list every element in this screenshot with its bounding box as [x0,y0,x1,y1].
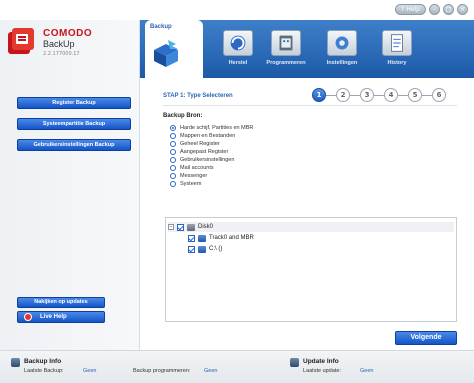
radio-button[interactable] [170,149,176,155]
update-info-title: Update Info [303,358,339,365]
step-connector [398,95,408,96]
tree-item-track0-mbr[interactable]: Track0 and MBR [188,233,254,243]
last-update-label: Laatste update: [303,368,341,374]
step-title: STAP 1: Type Selecteren [163,93,233,99]
help-button[interactable]: ? Help [395,4,426,15]
app-window: ? Help – □ × COMODO BackUp 2.2.177000.17… [0,0,474,383]
option-label: Systeem [180,181,202,187]
title-bar: ? Help – □ × [0,0,474,20]
radio-button[interactable] [170,165,176,171]
divider [163,105,457,106]
step-3: 3 [360,88,374,102]
option-label: Mappen en Bestanden [180,133,236,139]
live-help-button[interactable]: Live Help [17,311,105,323]
tree-label: C:\ () [209,246,223,252]
step-connector [374,95,384,96]
scheduled-backup-value: Geen [204,368,218,374]
register-backup-button[interactable]: Register Backup [17,97,131,109]
backup-info-title: Backup Info [24,358,62,365]
settings-icon [327,30,357,56]
backup-source-title: Backup Bron: [163,113,203,119]
tree-label: Track0 and MBR [209,235,254,241]
system-partition-backup-button[interactable]: Systeempartitie Backup [17,118,131,130]
close-button[interactable]: × [457,4,468,15]
checkbox-c-drive[interactable] [188,245,195,253]
disk-tree: − Disk0 Track0 and MBR C:\ () [165,217,457,322]
partition-icon [198,245,206,253]
scheduled-backup-label: Backup programmeren: [133,368,191,374]
minimize-button[interactable]: – [429,4,440,15]
tree-label: Disk0 [198,224,214,230]
window-controls: ? Help – □ × [395,4,468,15]
radio-button[interactable] [170,181,176,187]
last-update-value: Geen [360,368,374,374]
radio-button[interactable] [170,133,176,139]
backup-source-options: Harde schijf, Partities en MBR Mappen en… [170,124,253,188]
step-connector [350,95,360,96]
schedule-icon [271,30,301,56]
backup-info-icon [11,358,20,367]
collapse-icon[interactable]: − [168,224,174,230]
step-6: 6 [432,88,446,102]
tree-item-disk0[interactable]: − Disk0 [168,222,454,232]
radio-button[interactable] [170,141,176,147]
live-help-label: Live Help [40,314,67,320]
version-label: 2.2.177000.17 [43,51,80,57]
radio-button[interactable] [170,157,176,163]
option-label: Gebruikersinstellingen [180,157,235,163]
radio-button[interactable] [170,125,176,131]
step-2: 2 [336,88,350,102]
backup-box-icon [154,40,178,67]
step-5: 5 [408,88,422,102]
nav-settings-label: Instellingen [326,60,358,66]
last-backup-label: Laatste Backup: [24,368,64,374]
option-mail-accounts[interactable]: Mail accounts [170,164,253,172]
checkbox-disk0[interactable] [177,223,184,231]
live-help-icon [24,313,32,321]
option-system[interactable]: Systeem [170,180,253,188]
help-label: Help [406,6,420,13]
restore-icon [223,30,253,56]
option-label: Harde schijf, Partities en MBR [180,125,254,131]
nav-history[interactable]: History [369,30,425,70]
option-folders-files[interactable]: Mappen en Bestanden [170,132,253,140]
option-label: Geheel Register [180,141,220,147]
last-backup-value: Geen [83,368,97,374]
option-user-settings[interactable]: Gebruikersinstellingen [170,156,253,164]
question-icon: ? [401,6,405,13]
brand-name: COMODO [43,28,93,39]
nav-settings[interactable]: Instellingen [314,30,370,70]
hard-disk-icon [187,223,195,231]
partition-icon [198,234,206,242]
check-updates-button[interactable]: Nakijken op updates [17,297,105,308]
maximize-button[interactable]: □ [443,4,454,15]
next-button[interactable]: Volgende [395,331,457,345]
option-disk-partitions-mbr[interactable]: Harde schijf, Partities en MBR [170,124,253,132]
step-connector [422,95,432,96]
checkbox-track0-mbr[interactable] [188,234,195,242]
user-settings-backup-button[interactable]: Gebruikersinstellingen Backup [17,139,131,151]
tree-item-c-drive[interactable]: C:\ () [188,244,222,254]
nav-schedule-label: Programmeren [266,60,306,66]
option-messenger[interactable]: Messenger [170,172,253,180]
product-name: BackUp [43,39,75,49]
option-custom-registry[interactable]: Aangepast Register [170,148,253,156]
radio-button[interactable] [170,173,176,179]
tab-backup-label: Backup [150,24,172,30]
step-connector [326,95,336,96]
update-info-icon [290,358,299,367]
nav-schedule[interactable]: Programmeren [258,30,314,70]
wizard-stepper: 1 2 3 4 5 6 [312,88,457,104]
option-label: Mail accounts [180,165,214,171]
comodo-logo-icon [8,28,34,54]
history-icon [382,30,412,56]
option-full-registry[interactable]: Geheel Register [170,140,253,148]
step-1: 1 [312,88,326,102]
status-footer: Backup Info Laatste Backup: Geen Backup … [0,350,474,383]
nav-history-label: History [387,60,407,66]
option-label: Messenger [180,173,208,179]
step-4: 4 [384,88,398,102]
option-label: Aangepast Register [180,149,229,155]
